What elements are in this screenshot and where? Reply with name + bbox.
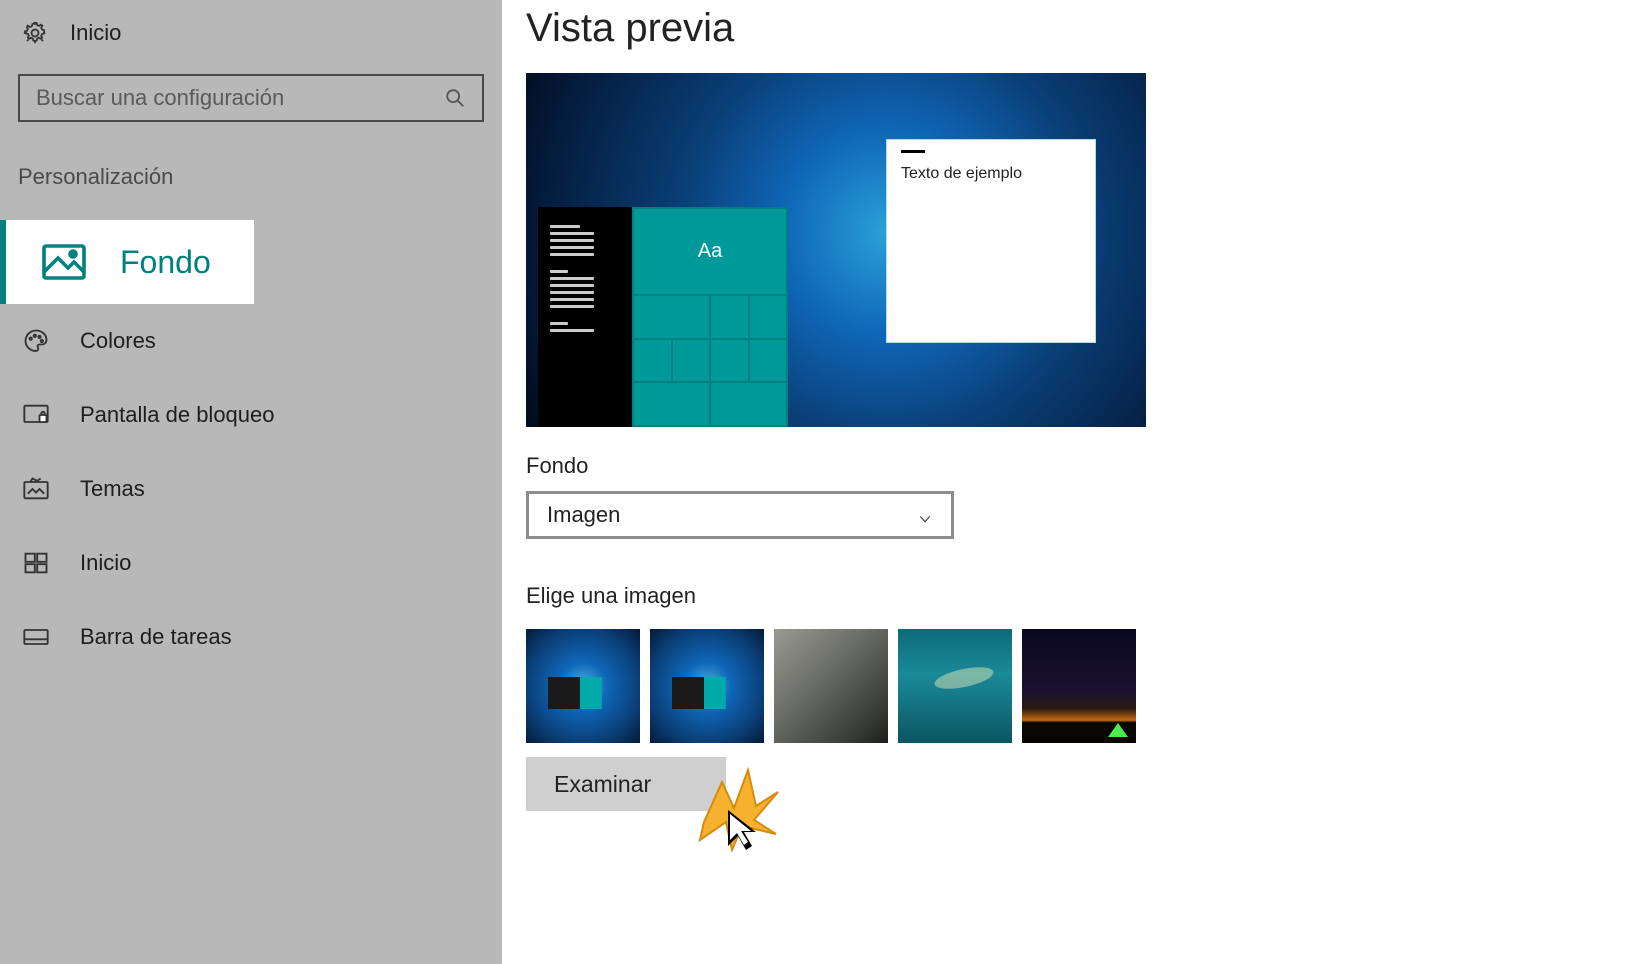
search-icon [444,87,466,109]
wallpaper-thumb-2[interactable] [650,629,764,743]
preview-tiles: Aa [632,207,788,427]
preview-tile-aa: Aa [634,209,786,294]
sidebar-item-label: Barra de tareas [80,624,232,650]
sidebar-item-colores[interactable]: Colores [0,304,502,378]
wallpaper-thumb-3[interactable] [774,629,888,743]
nav-home[interactable]: Inicio [0,12,502,60]
sidebar-item-label: Fondo [120,244,211,281]
lock-screen-icon [22,401,50,429]
palette-icon [22,327,50,355]
desktop-preview: Aa Texto de ejemplo [526,73,1146,427]
gear-icon [22,20,48,46]
sidebar-item-pantalla-bloqueo[interactable]: Pantalla de bloqueo [0,378,502,452]
dropdown-value: Imagen [547,502,620,528]
sidebar-item-temas[interactable]: Temas [0,452,502,526]
background-type-select[interactable]: Imagen [526,491,954,539]
taskbar-icon [22,623,50,651]
search-placeholder: Buscar una configuración [36,85,284,111]
wallpaper-thumb-4[interactable] [898,629,1012,743]
browse-button[interactable]: Examinar [526,757,726,811]
wallpaper-thumbnails [526,629,1647,743]
wallpaper-thumb-1[interactable] [526,629,640,743]
sidebar-nav: Fondo Colores Pantalla de bloqueo [0,220,502,674]
sidebar-section-label: Personalización [18,164,502,190]
main-content: Vista previa Aa Texto de ejemplo Fondo [502,0,1647,964]
sidebar-item-fondo[interactable]: Fondo [0,220,254,304]
sidebar-item-barra-tareas[interactable]: Barra de tareas [0,600,502,674]
search-input[interactable]: Buscar una configuración [18,74,484,122]
sidebar-item-label: Colores [80,328,156,354]
choose-image-label: Elige una imagen [526,583,1647,609]
settings-sidebar: Inicio Buscar una configuración Personal… [0,0,502,964]
preview-sample-window: Texto de ejemplo [886,139,1096,343]
sidebar-item-label: Pantalla de bloqueo [80,402,275,428]
preview-start-list [538,207,632,427]
preview-sample-text: Texto de ejemplo [901,165,1081,183]
themes-icon [22,475,50,503]
chevron-down-icon [917,507,933,523]
nav-home-label: Inicio [70,20,121,46]
sidebar-item-inicio-start[interactable]: Inicio [0,526,502,600]
page-title: Vista previa [526,6,1647,51]
wallpaper-thumb-5[interactable] [1022,629,1136,743]
image-icon [40,238,88,286]
start-menu-icon [22,549,50,577]
background-label: Fondo [526,453,1647,479]
sidebar-item-label: Temas [80,476,145,502]
preview-start-menu: Aa [538,207,788,427]
sidebar-item-label: Inicio [80,550,131,576]
